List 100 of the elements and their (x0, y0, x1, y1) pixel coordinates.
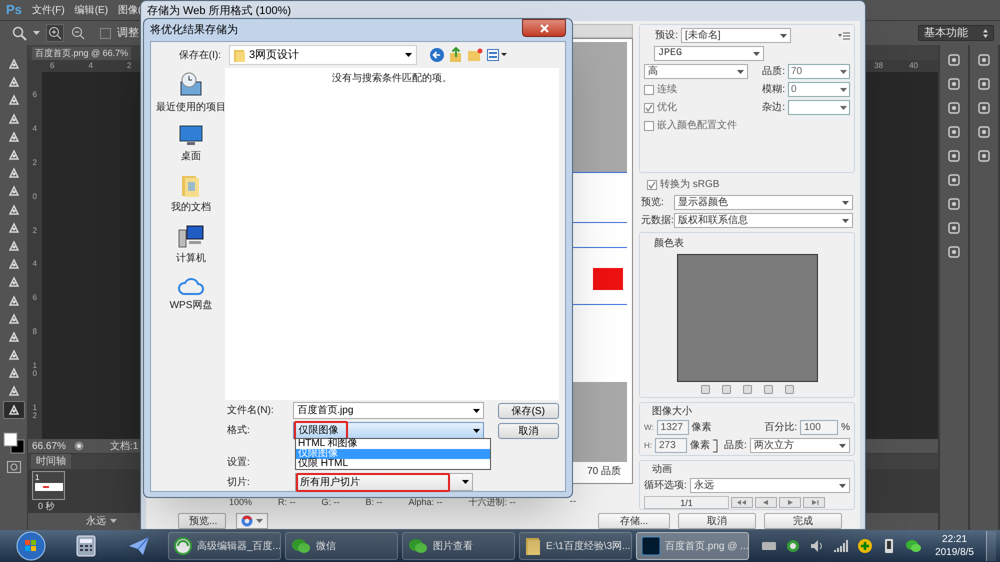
preset-dropdown[interactable]: [未命名] (681, 28, 791, 43)
up-folder-icon[interactable] (449, 47, 463, 63)
plus-icon[interactable] (857, 538, 874, 554)
matte-field[interactable] (788, 100, 850, 115)
workspace-dropdown[interactable]: 基本功能 (918, 25, 994, 41)
place-label[interactable]: 桌面 (181, 149, 201, 164)
panel-icon[interactable] (947, 245, 961, 259)
frame-thumbnail[interactable]: 1 (32, 471, 65, 500)
panel-icon[interactable] (977, 53, 991, 67)
new-folder-icon[interactable] (467, 48, 483, 62)
panel-icon[interactable] (947, 101, 961, 115)
checkbox[interactable] (644, 120, 654, 130)
panel-icon[interactable] (947, 149, 961, 163)
loop-option[interactable]: 永远 (86, 514, 106, 528)
group-title: 图像大小 (651, 406, 693, 417)
frame-preview-icon (34, 483, 62, 491)
browser-dropdown[interactable] (236, 513, 268, 529)
group-title: 动画 (651, 464, 673, 475)
dropdown-option[interactable]: 仅限 HTML (296, 459, 490, 469)
calculator-icon[interactable] (76, 535, 96, 557)
checkbox[interactable] (644, 102, 654, 112)
checkbox[interactable] (647, 180, 657, 190)
color-swatches-icon[interactable] (2, 430, 24, 455)
menu-item[interactable]: 文件(F) (32, 2, 65, 18)
height-field[interactable]: 273 (655, 438, 687, 453)
caret-icon (33, 31, 40, 35)
zoom-in-icon[interactable] (46, 24, 64, 42)
zoom-out-icon[interactable] (70, 25, 86, 41)
next-frame-icon[interactable] (803, 497, 825, 508)
place-label[interactable]: 我的文档 (171, 200, 211, 215)
taskbar-button[interactable]: 微信 (285, 532, 398, 560)
preview-dropdown[interactable]: 显示器颜色 (674, 195, 853, 210)
place-label[interactable]: 最近使用的项目 (156, 100, 226, 115)
percent-field[interactable]: 100 (800, 420, 838, 435)
place-label[interactable]: 计算机 (176, 251, 206, 266)
panel-icon[interactable] (947, 173, 961, 187)
view-menu-icon[interactable] (487, 49, 507, 61)
clock[interactable]: 22:21 2019/8/5 (927, 533, 982, 559)
slices-dropdown[interactable]: 所有用户切片 (295, 473, 473, 491)
signal-icon[interactable] (833, 538, 850, 554)
play-icon[interactable] (779, 497, 801, 508)
circle-icon[interactable] (785, 538, 802, 554)
dropdown-option[interactable]: HTML 和图像 (296, 439, 490, 449)
panel-icon[interactable] (977, 101, 991, 115)
metadata-dropdown[interactable]: 版权和联系信息 (674, 213, 853, 228)
check-icon (645, 104, 653, 112)
chat-icon[interactable] (905, 538, 922, 554)
width-field[interactable]: 1327 (656, 420, 689, 435)
back-icon[interactable] (429, 47, 445, 63)
frame-delay[interactable]: 0 秒 (32, 500, 55, 513)
taskbar-button[interactable]: 高级编辑器_百度... (168, 532, 281, 560)
search-icon[interactable] (12, 26, 27, 40)
panel-icon[interactable] (977, 77, 991, 91)
blur-field[interactable]: 0 (788, 82, 850, 97)
start-button-icon[interactable] (16, 531, 46, 561)
format-dropdown[interactable]: JPEG (654, 46, 764, 61)
format-dropdown[interactable]: 仅限图像 (293, 422, 484, 439)
place-label[interactable]: WPS网盘 (170, 298, 212, 313)
resample-dropdown[interactable]: 两次立方 (750, 438, 850, 453)
save-button[interactable]: 保存(S) (498, 402, 559, 418)
panel-icon[interactable] (947, 221, 961, 235)
panel-icon[interactable] (977, 149, 991, 163)
taskbar-button[interactable]: 百度首页.png @ ... (636, 532, 749, 560)
panel-icon[interactable] (977, 125, 991, 139)
panel-icon[interactable] (947, 197, 961, 211)
quality-field[interactable]: 70 (788, 64, 850, 79)
cancel-button[interactable]: 取消 (678, 513, 756, 529)
save-button[interactable]: 存储... (598, 513, 670, 529)
close-button[interactable] (522, 19, 566, 37)
menu-item[interactable]: 编辑(E) (74, 2, 108, 18)
panel-icon[interactable] (947, 53, 961, 67)
loop-dropdown[interactable]: 永远 (690, 478, 850, 493)
checkbox[interactable] (100, 28, 111, 38)
quality-dropdown[interactable]: 高 (644, 64, 748, 79)
document-tab[interactable]: 百度首页.png @ 66.7% (32, 46, 132, 60)
tool-icon (8, 204, 20, 216)
caret-icon (842, 200, 849, 204)
filename-field[interactable]: 百度首页.jpg (293, 402, 484, 419)
bird-icon[interactable] (128, 536, 150, 556)
cancel-button[interactable]: 取消 (498, 422, 559, 438)
first-frame-icon[interactable] (731, 497, 753, 508)
panel-tab[interactable]: 时间轴 (31, 454, 71, 469)
preview-button[interactable]: 预览... (178, 513, 226, 529)
field-label: 循环选项: (644, 478, 687, 493)
panel-icon[interactable] (947, 125, 961, 139)
tool-icon (8, 149, 20, 162)
taskbar-button[interactable]: E:\1百度经验\3网... (519, 532, 632, 560)
location-dropdown[interactable]: 3网页设计 (229, 45, 417, 65)
quick-mask-icon[interactable] (6, 460, 20, 473)
taskbar-button[interactable]: 图片查看 (402, 532, 515, 560)
field-label: 杂边: (762, 100, 785, 115)
caret-icon (405, 53, 412, 57)
panel-icon[interactable] (947, 77, 961, 91)
tool-icon (8, 112, 20, 125)
checkbox[interactable] (644, 84, 654, 94)
panel-menu-icon[interactable] (838, 32, 850, 40)
tool-button[interactable] (2, 400, 24, 419)
show-desktop-button[interactable] (986, 531, 996, 561)
done-button[interactable]: 完成 (764, 513, 842, 529)
previous-frame-icon[interactable] (755, 497, 777, 508)
